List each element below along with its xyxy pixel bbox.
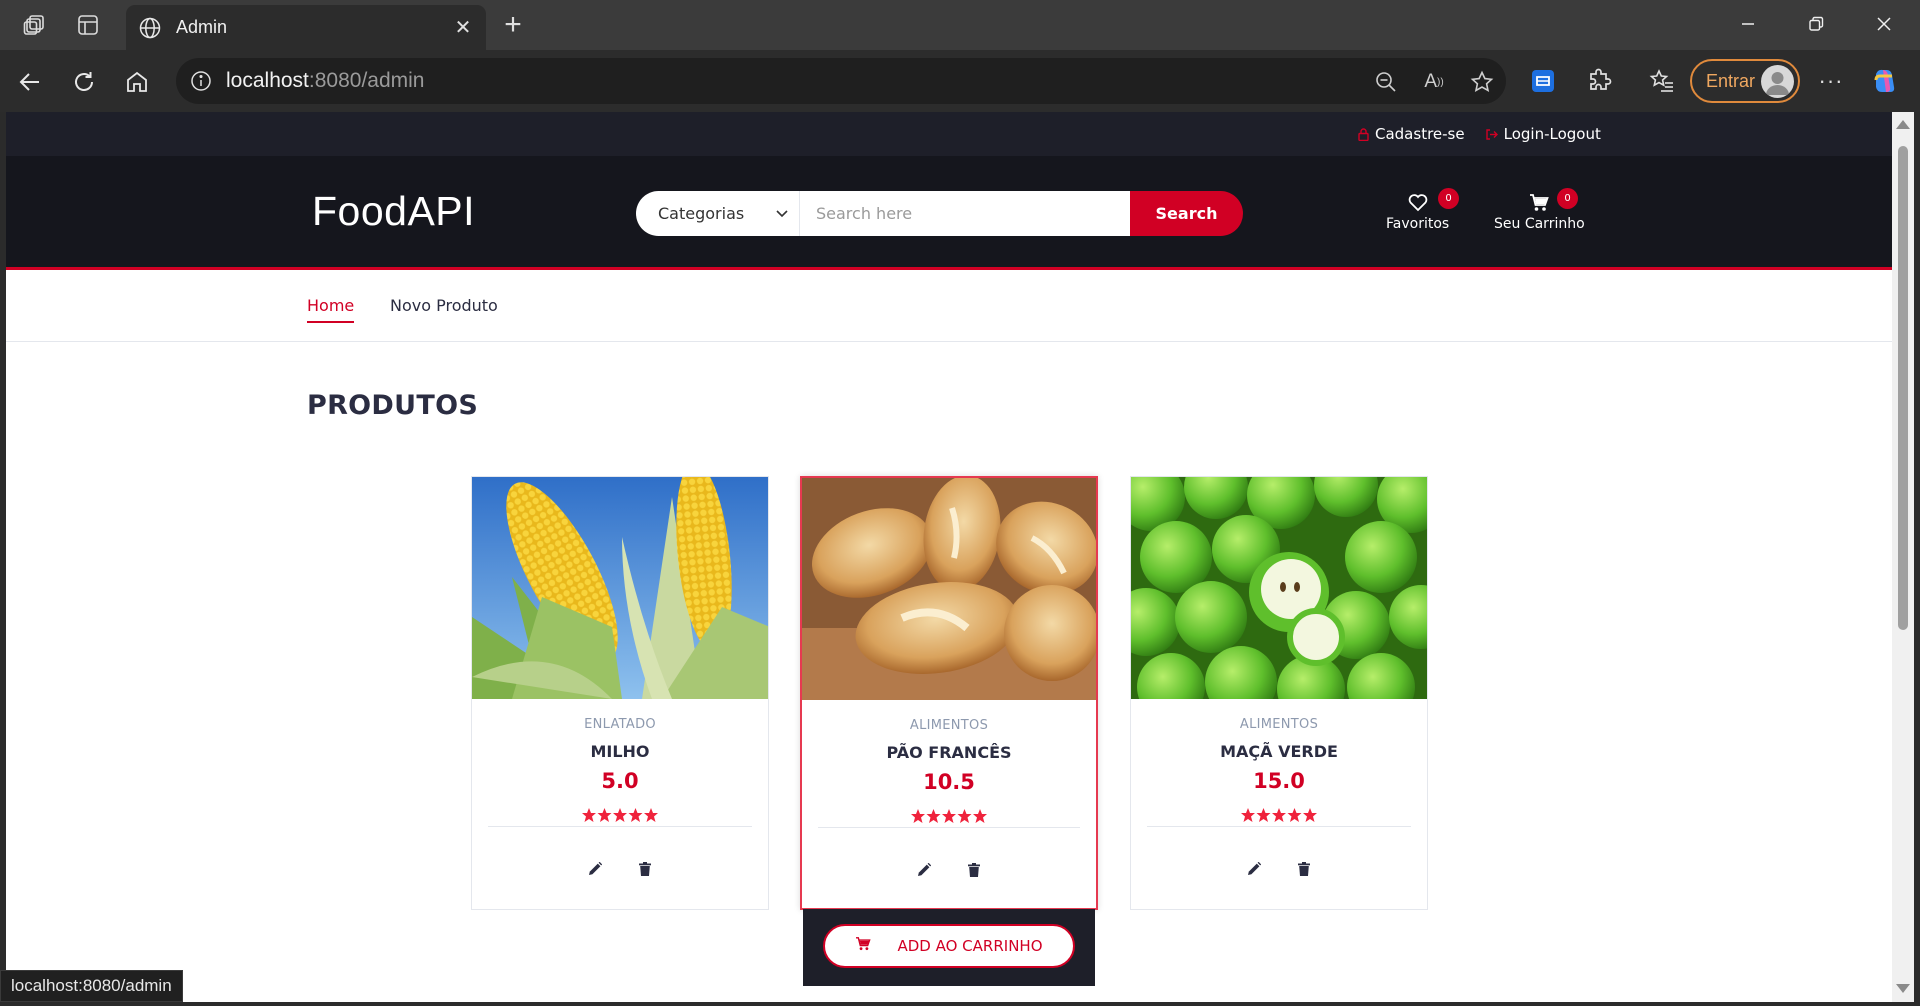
close-tab-icon[interactable]: ✕	[452, 17, 474, 39]
favorites-link[interactable]: Favoritos 0	[1386, 188, 1459, 232]
nav-home[interactable]: Home	[307, 296, 355, 323]
tab-admin[interactable]: Admin ✕	[126, 5, 486, 50]
top-header: Cadastre-se Login-Logout	[6, 112, 1892, 156]
scroll-down-icon[interactable]	[1896, 984, 1910, 993]
product-price: 15.0	[1253, 769, 1305, 793]
category-select[interactable]: Categorias	[636, 191, 800, 236]
product-name[interactable]: MAÇÃ VERDE	[1131, 742, 1427, 761]
heart-icon	[1408, 190, 1428, 216]
product-card[interactable]: ALIMENTOS MAÇÃ VERDE 15.0	[1130, 476, 1428, 910]
main-nav: Home Novo Produto	[6, 270, 1892, 342]
favorites-count-badge: 0	[1438, 188, 1459, 209]
edit-pencil-icon[interactable]	[914, 860, 934, 880]
browser-tab-bar: Admin ✕ +	[0, 0, 1920, 50]
edit-pencil-icon[interactable]	[585, 859, 605, 879]
workspaces-icon[interactable]	[19, 9, 51, 41]
extensions-icon[interactable]	[1584, 66, 1614, 96]
chevron-down-icon	[775, 205, 789, 224]
globe-icon	[138, 16, 162, 40]
restore-icon[interactable]	[1788, 6, 1844, 42]
site-info-icon[interactable]	[188, 68, 214, 94]
product-category: ENLATADO	[584, 717, 656, 732]
tab-actions-icon[interactable]	[72, 9, 104, 41]
lock-icon	[1358, 127, 1369, 141]
url-field[interactable]: localhost:8080/admin A))	[176, 58, 1506, 104]
more-options-icon[interactable]: ···	[1816, 66, 1846, 96]
page-viewport: Cadastre-se Login-Logout FoodAPI Categor…	[6, 112, 1892, 1002]
cart-link[interactable]: Seu Carrinho 0	[1494, 188, 1585, 232]
product-image-bread[interactable]	[802, 478, 1096, 700]
product-image-corn[interactable]	[472, 477, 768, 699]
favorites-label: Favoritos	[1386, 216, 1450, 232]
site-logo[interactable]: FoodAPI	[312, 188, 475, 235]
rating-stars-icon	[582, 808, 658, 822]
product-rating	[818, 808, 1080, 828]
minimize-icon[interactable]	[1720, 6, 1776, 42]
rating-stars-icon	[911, 809, 987, 823]
status-bar-url: localhost:8080/admin	[0, 970, 183, 1002]
login-logout-link[interactable]: Login-Logout	[1485, 125, 1601, 143]
page-scrollbar[interactable]	[1892, 112, 1914, 1002]
delete-trash-icon[interactable]	[964, 860, 984, 880]
product-name[interactable]: PÃO FRANCÊS	[802, 743, 1096, 762]
section-title: PRODUTOS	[307, 390, 479, 421]
cart-count-badge: 0	[1557, 188, 1578, 209]
product-category: ALIMENTOS	[909, 718, 989, 733]
scrollbar-thumb[interactable]	[1898, 146, 1908, 630]
cart-icon	[1529, 190, 1550, 216]
product-category: ALIMENTOS	[1239, 717, 1319, 732]
search-form: Categorias Search	[636, 191, 1248, 236]
delete-trash-icon[interactable]	[635, 859, 655, 879]
register-link[interactable]: Cadastre-se	[1358, 125, 1465, 143]
extension-badge-icon[interactable]	[1528, 66, 1558, 96]
sign-in-label: Entrar	[1706, 70, 1756, 91]
search-button[interactable]: Search	[1130, 191, 1243, 236]
new-tab-icon[interactable]: +	[496, 8, 530, 42]
address-bar: localhost:8080/admin A)) Entrar ···	[0, 50, 1920, 112]
product-price: 5.0	[601, 769, 639, 793]
home-icon[interactable]	[118, 63, 156, 101]
read-aloud-icon[interactable]: A))	[1421, 69, 1447, 95]
register-label: Cadastre-se	[1375, 125, 1465, 143]
add-to-cart-button[interactable]: ADD AO CARRINHO	[823, 924, 1075, 968]
add-to-cart-label: ADD AO CARRINHO	[897, 937, 1043, 955]
product-image-green-apples[interactable]	[1131, 477, 1427, 699]
login-logout-label: Login-Logout	[1503, 125, 1601, 143]
profile-avatar-icon	[1761, 65, 1794, 98]
product-card[interactable]: ALIMENTOS PÃO FRANCÊS 10.5	[800, 476, 1098, 910]
product-name[interactable]: MILHO	[472, 742, 768, 761]
category-selected-label: Categorias	[658, 204, 745, 223]
product-card[interactable]: ENLATADO MILHO 5.0	[471, 476, 769, 910]
cart-icon	[855, 937, 872, 955]
favorite-star-icon[interactable]	[1469, 69, 1495, 95]
cart-label: Seu Carrinho	[1494, 216, 1585, 232]
favorites-list-icon[interactable]	[1647, 66, 1677, 96]
tab-title: Admin	[176, 17, 228, 37]
product-rating	[488, 807, 752, 827]
sign-in-button[interactable]: Entrar	[1690, 59, 1800, 103]
sign-out-icon	[1485, 128, 1498, 141]
close-window-icon[interactable]	[1856, 6, 1912, 42]
copilot-icon[interactable]	[1870, 66, 1900, 96]
scroll-up-icon[interactable]	[1896, 120, 1910, 129]
add-to-cart-panel: ADD AO CARRINHO	[803, 909, 1095, 986]
nav-novo-produto[interactable]: Novo Produto	[390, 296, 498, 321]
main-header: FoodAPI Categorias Search Favoritos 0 Se…	[6, 156, 1892, 270]
edit-pencil-icon[interactable]	[1244, 859, 1264, 879]
delete-trash-icon[interactable]	[1294, 859, 1314, 879]
rating-stars-icon	[1241, 808, 1317, 822]
back-icon[interactable]	[11, 63, 49, 101]
product-rating	[1147, 807, 1411, 827]
product-price: 10.5	[923, 770, 975, 794]
search-input[interactable]	[800, 191, 1130, 236]
refresh-icon[interactable]	[65, 63, 103, 101]
zoom-out-icon[interactable]	[1373, 69, 1399, 95]
url-text: localhost:8080/admin	[226, 69, 425, 92]
